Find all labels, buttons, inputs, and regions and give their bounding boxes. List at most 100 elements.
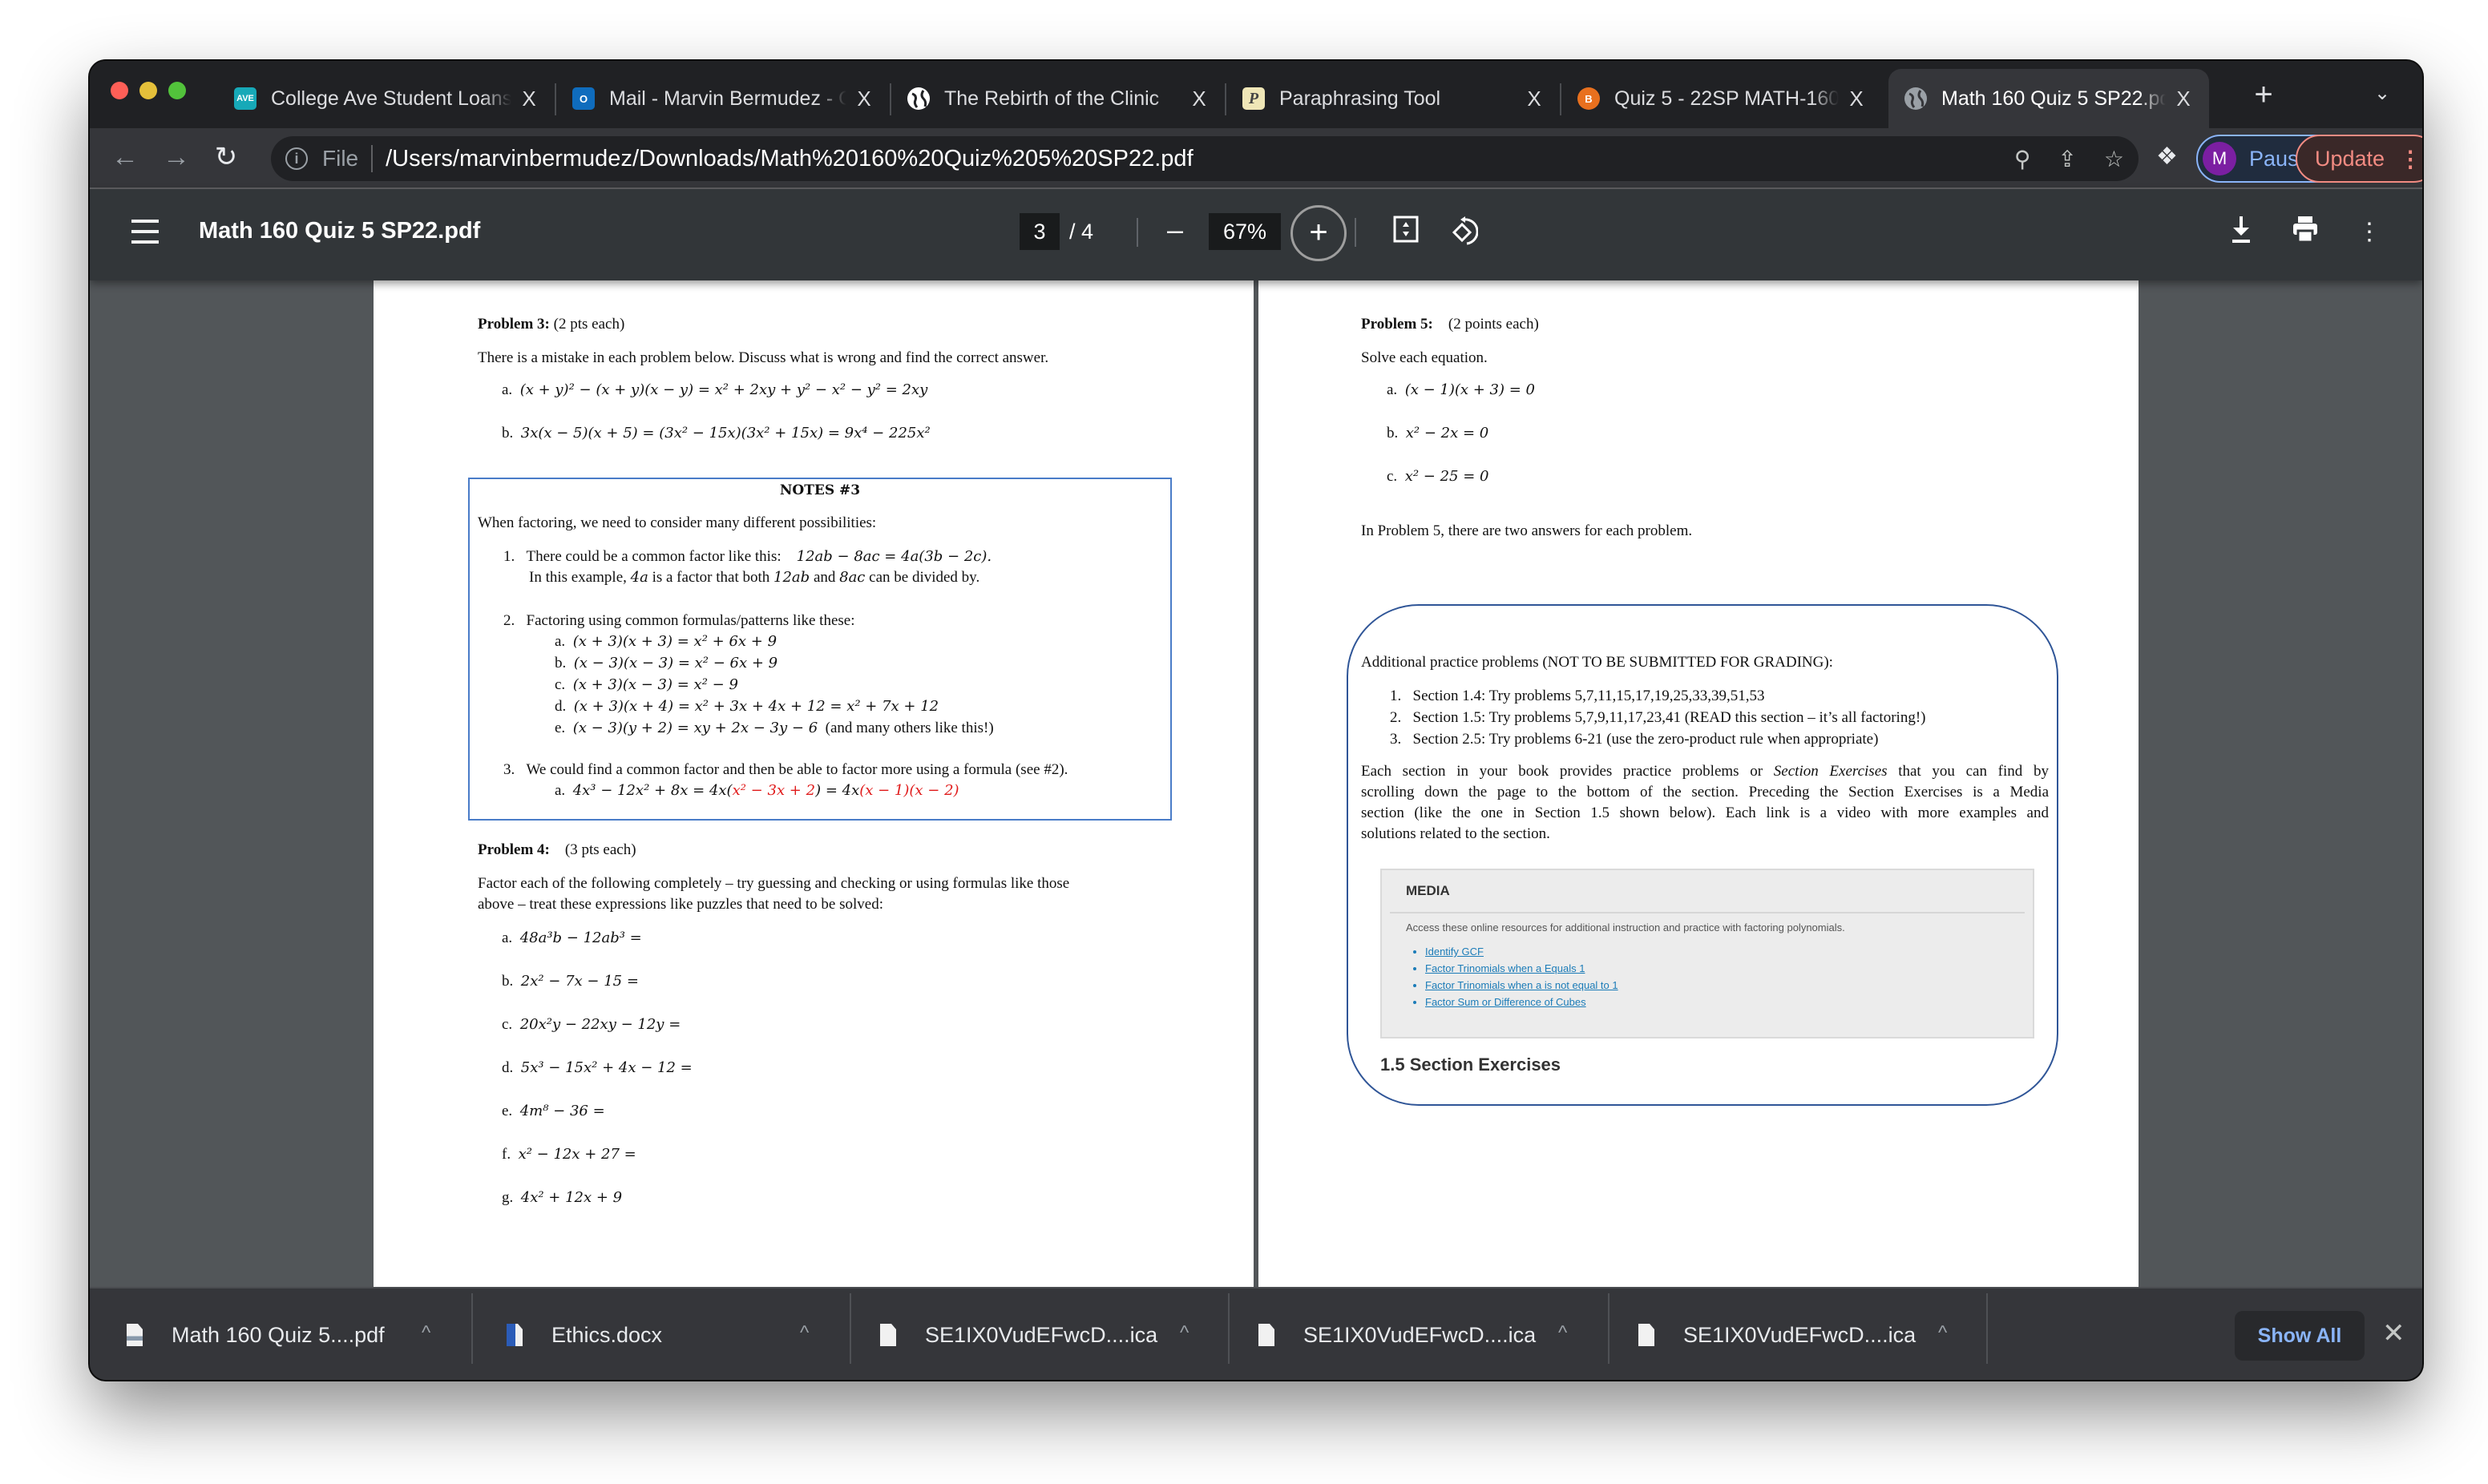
notes-point-3: 3. We could find a common factor and the… — [503, 761, 1068, 778]
reload-button[interactable]: ↻ — [208, 139, 244, 175]
window-controls — [111, 82, 186, 99]
hamburger-menu-icon[interactable] — [131, 220, 159, 244]
update-button[interactable]: Update ⋮ — [2296, 135, 2422, 183]
media-link[interactable]: Factor Sum or Difference of Cubes — [1425, 996, 1618, 1008]
download-options-caret-icon[interactable]: ^ — [1938, 1322, 1947, 1345]
tab-close-icon[interactable]: X — [2174, 87, 2193, 111]
page-total: / 4 — [1069, 220, 1094, 244]
download-options-caret-icon[interactable]: ^ — [800, 1322, 809, 1345]
share-icon[interactable]: ⇪ — [2058, 146, 2076, 172]
zoom-level-input[interactable]: 67% — [1209, 213, 1281, 250]
word-file-icon — [507, 1324, 523, 1346]
problem-4-heading: Problem 4: (3 pts each) — [478, 841, 636, 858]
back-button[interactable]: ← — [107, 139, 143, 175]
download-filename: Ethics.docx — [551, 1322, 663, 1347]
download-item[interactable]: SE1IX0VudEFwcD....ica — [880, 1288, 1157, 1380]
problem-3-item: a. (x + y)² − (x + y)(x − y) = x² + 2xy … — [502, 381, 928, 398]
pdf-viewport[interactable]: Problem 3: (2 pts each) There is a mista… — [90, 280, 2422, 1287]
problem-5-heading: Problem 5: (2 points each) — [1361, 316, 1539, 333]
media-screenshot: MEDIA Access these online resources for … — [1380, 869, 2034, 1038]
problem-4-item: a. 48a³b − 12ab³ = — [502, 930, 642, 946]
practice-item: 3. Section 2.5: Try problems 6-21 (use t… — [1390, 731, 1879, 748]
problem-3-item: b. 3x(x − 5)(x + 5) = (3x² − 15x)(3x² + … — [502, 425, 931, 442]
tab-close-icon[interactable]: X — [1525, 87, 1544, 111]
problem-5-item: c. x² − 25 = 0 — [1387, 468, 1489, 485]
practice-paragraph-line: solutions related to the section. — [1361, 825, 1550, 842]
tab-search-chevron-icon[interactable]: ⌄ — [2374, 82, 2390, 105]
extensions-puzzle-icon[interactable]: ❖ — [2156, 143, 2178, 171]
section-exercises-heading: 1.5 Section Exercises — [1380, 1055, 1561, 1075]
pattern-item: a. (x + 3)(x + 3) = x² + 6x + 9 — [555, 633, 778, 650]
download-item[interactable]: Math 160 Quiz 5....pdf — [127, 1288, 385, 1380]
download-item[interactable]: Ethics.docx — [507, 1288, 662, 1380]
media-link[interactable]: Factor Trinomials when a is not equal to… — [1425, 979, 1618, 991]
toolbar-divider — [1355, 218, 1356, 247]
tab-quiz-brightspace[interactable]: B Quiz 5 - 22SP MATH-160 X — [1561, 69, 1882, 128]
download-divider — [1986, 1293, 1988, 1364]
download-item[interactable]: SE1IX0VudEFwcD....ica — [1258, 1288, 1536, 1380]
browser-toolbar: ← → ↻ i File /Users/marvinbermudez/Downl… — [90, 128, 2422, 189]
download-filename: SE1IX0VudEFwcD....ica — [925, 1322, 1158, 1347]
media-heading: MEDIA — [1406, 883, 1450, 898]
paraphrasing-tool-icon: P — [1242, 87, 1265, 110]
download-divider — [1228, 1293, 1230, 1364]
download-item[interactable]: SE1IX0VudEFwcD....ica — [1638, 1288, 1916, 1380]
notes-box: NOTES #3 When factoring, we need to cons… — [468, 478, 1172, 821]
download-filename: Math 160 Quiz 5....pdf — [172, 1322, 385, 1347]
download-options-caret-icon[interactable]: ^ — [1558, 1322, 1567, 1345]
globe-icon — [1904, 87, 1927, 110]
pdf-page-4: Problem 5: (2 points each) Solve each eq… — [1258, 280, 2139, 1287]
tab-math-quiz-pdf[interactable]: Math 160 Quiz 5 SP22.pdf X — [1888, 69, 2209, 128]
media-link[interactable]: Identify GCF — [1425, 946, 1618, 958]
media-links: Identify GCF Factor Trinomials when a Eq… — [1425, 946, 1618, 1013]
download-options-caret-icon[interactable]: ^ — [422, 1322, 430, 1345]
show-all-downloads-button[interactable]: Show All — [2235, 1311, 2365, 1361]
problem-4-item: c. 20x²y − 22xy − 12y = — [502, 1016, 681, 1033]
notes-point-3-example: a. 4x³ − 12x² + 8x = 4x(x² − 3x + 2) = 4… — [555, 782, 959, 799]
zoom-icon[interactable]: ⚲ — [2014, 146, 2031, 172]
download-divider — [850, 1293, 851, 1364]
tab-college-ave[interactable]: AVE College Ave Student Loans X — [218, 69, 555, 128]
practice-item: 2. Section 1.5: Try problems 5,7,9,11,17… — [1390, 709, 1926, 726]
tab-rebirth-of-clinic[interactable]: The Rebirth of the Clinic X — [891, 69, 1225, 128]
problem-4-item: g. 4x² + 12x + 9 — [502, 1189, 623, 1206]
file-icon — [880, 1324, 896, 1346]
tab-title: The Rebirth of the Clinic — [944, 87, 1160, 110]
tab-close-icon[interactable]: X — [1189, 87, 1209, 111]
url-text[interactable]: /Users/marvinbermudez/Downloads/Math%201… — [386, 146, 1194, 172]
print-icon[interactable] — [2288, 215, 2323, 250]
tab-close-icon[interactable]: X — [1847, 87, 1866, 111]
download-icon[interactable] — [2223, 215, 2259, 250]
address-bar[interactable]: i File /Users/marvinbermudez/Downloads/M… — [271, 136, 2139, 181]
site-info-icon[interactable]: i — [285, 147, 308, 170]
bookmark-star-icon[interactable]: ☆ — [2104, 146, 2124, 172]
practice-heading: Additional practice problems (NOT TO BE … — [1361, 654, 1833, 671]
close-window-button[interactable] — [111, 82, 128, 99]
tab-paraphrasing-tool[interactable]: P Paraphrasing Tool X — [1226, 69, 1560, 128]
more-options-icon[interactable]: ⋮ — [2352, 215, 2387, 250]
omnibox-actions: ⚲ ⇪ ☆ — [2014, 136, 2124, 181]
practice-paragraph-line: Each section in your book provides pract… — [1361, 763, 2049, 780]
forward-button[interactable]: → — [159, 139, 194, 175]
page-number-input[interactable]: 3 — [1020, 213, 1060, 250]
pdf-filename: Math 160 Quiz 5 SP22.pdf — [199, 218, 481, 244]
minimize-window-button[interactable] — [139, 82, 157, 99]
new-tab-button[interactable]: + — [2248, 79, 2280, 111]
zoom-in-button[interactable]: + — [1290, 205, 1347, 261]
tab-close-icon[interactable]: X — [519, 87, 539, 111]
brightspace-icon: B — [1577, 87, 1600, 110]
zoom-out-button[interactable]: – — [1159, 210, 1191, 250]
tab-outlook-mail[interactable]: O Mail - Marvin Bermudez - Outlook X — [556, 69, 890, 128]
rotate-icon[interactable] — [1446, 215, 1481, 250]
problem-5-item: b. x² − 2x = 0 — [1387, 425, 1489, 442]
problem-4-item: f. x² − 12x + 27 = — [502, 1146, 636, 1163]
media-link[interactable]: Factor Trinomials when a Equals 1 — [1425, 962, 1618, 974]
pattern-item: e. (x − 3)(y + 2) = xy + 2x − 3y − 6 (an… — [555, 720, 994, 736]
pattern-item: c. (x + 3)(x − 3) = x² − 9 — [555, 676, 738, 693]
file-icon — [1638, 1324, 1654, 1346]
download-options-caret-icon[interactable]: ^ — [1180, 1322, 1189, 1345]
tab-close-icon[interactable]: X — [854, 87, 874, 111]
fit-to-page-icon[interactable] — [1388, 215, 1424, 250]
maximize-window-button[interactable] — [168, 82, 186, 99]
close-downloads-bar-icon[interactable]: ✕ — [2382, 1317, 2405, 1349]
